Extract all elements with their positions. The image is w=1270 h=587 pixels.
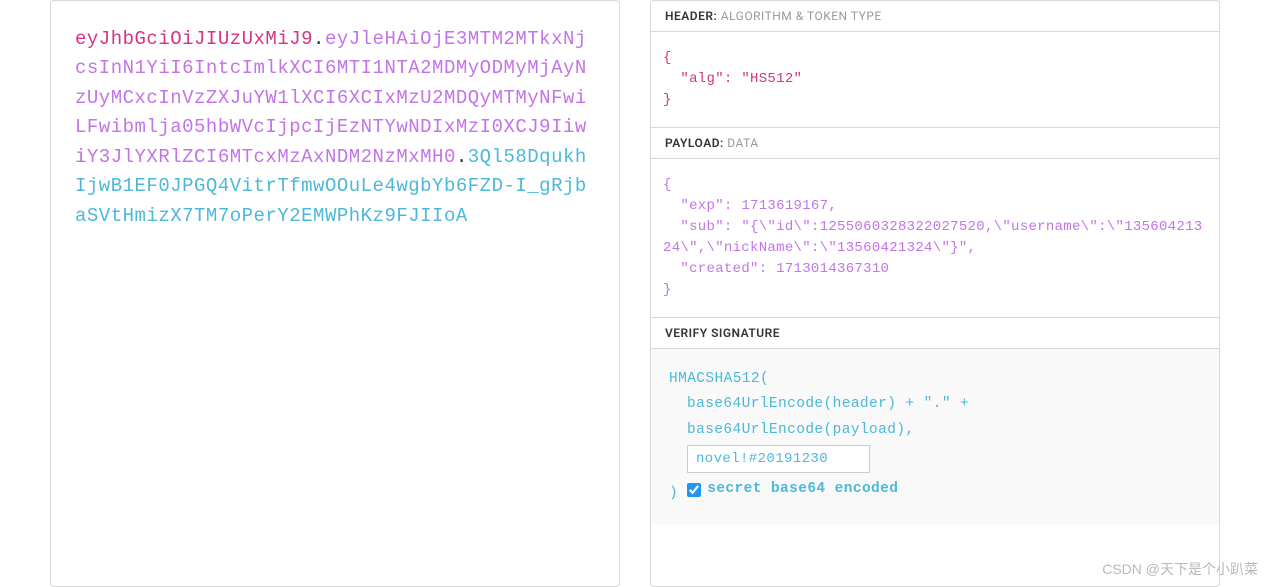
jwt-token-text[interactable]: eyJhbGciOiJIUzUxMiJ9.eyJleHAiOjE3MTM2MTk… (75, 25, 595, 231)
header-label: HEADER: (665, 9, 717, 23)
header-json-text: { "alg": "HS512" } (663, 48, 1207, 111)
header-json-body[interactable]: { "alg": "HS512" } (651, 32, 1219, 127)
verify-signature-body: HMACSHA512( base64UrlEncode(header) + ".… (651, 349, 1219, 525)
jwt-header-segment: eyJhbGciOiJIUzUxMiJ9 (75, 28, 313, 50)
secret-base64-checkbox[interactable] (687, 483, 701, 497)
watermark: CSDN @天下是个小趴菜 (1102, 559, 1258, 579)
signature-line-1: HMACSHA512( (669, 367, 1201, 392)
verify-label: VERIFY SIGNATURE (665, 326, 780, 340)
payload-section-title: PAYLOAD: DATA (651, 127, 1219, 159)
jwt-dot-2: . (456, 146, 468, 168)
verify-signature-section-title: VERIFY SIGNATURE (651, 317, 1219, 349)
payload-desc: DATA (727, 136, 758, 150)
jwt-dot-1: . (313, 28, 325, 50)
payload-label: PAYLOAD: (665, 136, 724, 150)
signature-line-3: base64UrlEncode(payload), (669, 418, 1201, 443)
jwt-encoded-panel[interactable]: eyJhbGciOiJIUzUxMiJ9.eyJleHAiOjE3MTM2MTk… (50, 0, 620, 587)
header-desc: ALGORITHM & TOKEN TYPE (721, 9, 882, 23)
payload-json-text: { "exp": 1713619167, "sub": "{\"id\":125… (663, 175, 1207, 301)
header-section-title: HEADER: ALGORITHM & TOKEN TYPE (651, 1, 1219, 32)
signature-line-2: base64UrlEncode(header) + "." + (669, 392, 1201, 417)
signature-close: ) (669, 486, 678, 502)
secret-base64-label[interactable]: secret base64 encoded (707, 477, 898, 502)
secret-input[interactable] (687, 445, 870, 473)
jwt-decoded-panel: HEADER: ALGORITHM & TOKEN TYPE { "alg": … (650, 0, 1220, 587)
payload-json-body[interactable]: { "exp": 1713619167, "sub": "{\"id\":125… (651, 159, 1219, 317)
